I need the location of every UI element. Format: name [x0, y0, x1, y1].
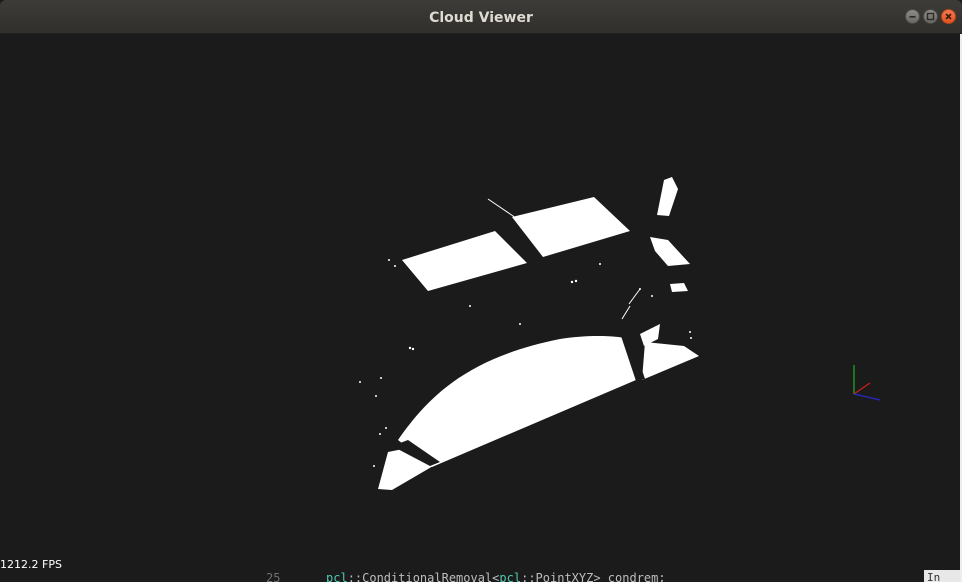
point-cloud-viewport[interactable] [0, 34, 960, 582]
noise-point [394, 265, 396, 267]
noise-point [690, 337, 692, 339]
noise-point [411, 347, 415, 351]
line-number: 25 [266, 571, 281, 582]
noise-point [570, 280, 574, 284]
cloud-region-window-right [512, 197, 630, 257]
streak [628, 288, 641, 305]
maximize-icon [926, 12, 935, 21]
noise-point [375, 395, 377, 397]
window-controls [905, 9, 956, 27]
code-segment: ::PointXYZ> condrem; [521, 571, 666, 582]
fps-counter: 1212.2 FPS [0, 558, 62, 571]
noise-point [469, 305, 471, 307]
noise-point [385, 427, 387, 429]
axes-indicator [853, 365, 881, 401]
streak [487, 198, 517, 219]
cloud-viewer-window: Cloud Viewer 1212.2 FPS 25 pcl::Conditio… [0, 0, 962, 582]
background-editor-peek: 25 pcl::ConditionalRemoval<pcl::PointXYZ… [240, 570, 962, 582]
streak [621, 305, 631, 320]
noise-point [519, 323, 521, 325]
title-bar[interactable]: Cloud Viewer [0, 0, 962, 34]
noise-point [379, 433, 381, 435]
noise-point [380, 377, 382, 379]
minimize-button[interactable] [905, 9, 920, 24]
minimize-icon [909, 16, 916, 18]
noise-point [408, 346, 412, 350]
noise-point [373, 465, 375, 467]
noise-point [689, 331, 691, 333]
noise-point [359, 381, 361, 383]
code-namespace: pcl [499, 571, 522, 582]
cloud-region-floor-right [642, 342, 699, 380]
cloud-region-fragment-2 [650, 237, 690, 266]
noise-point [599, 263, 601, 265]
maximize-button[interactable] [923, 9, 938, 24]
noise-point [388, 259, 390, 261]
code-segment: ::ConditionalRemoval< [347, 571, 500, 582]
axis-z [853, 393, 881, 401]
code-namespace: pcl [326, 571, 348, 582]
noise-point [651, 295, 653, 297]
close-icon [945, 13, 952, 20]
window-title: Cloud Viewer [429, 10, 533, 26]
cloud-region-fragment-3 [670, 283, 688, 292]
noise-point [574, 279, 578, 283]
cloud-region-fragment-1 [657, 177, 678, 216]
cloud-region-window-left [402, 231, 527, 291]
point-cloud-render[interactable] [0, 34, 960, 582]
point-cloud [378, 177, 699, 490]
axis-x [853, 382, 871, 395]
close-button[interactable] [941, 9, 956, 24]
background-panel-peek: In [924, 570, 960, 582]
code-line: pcl::ConditionalRemoval<pcl::PointXYZ> c… [326, 571, 666, 582]
